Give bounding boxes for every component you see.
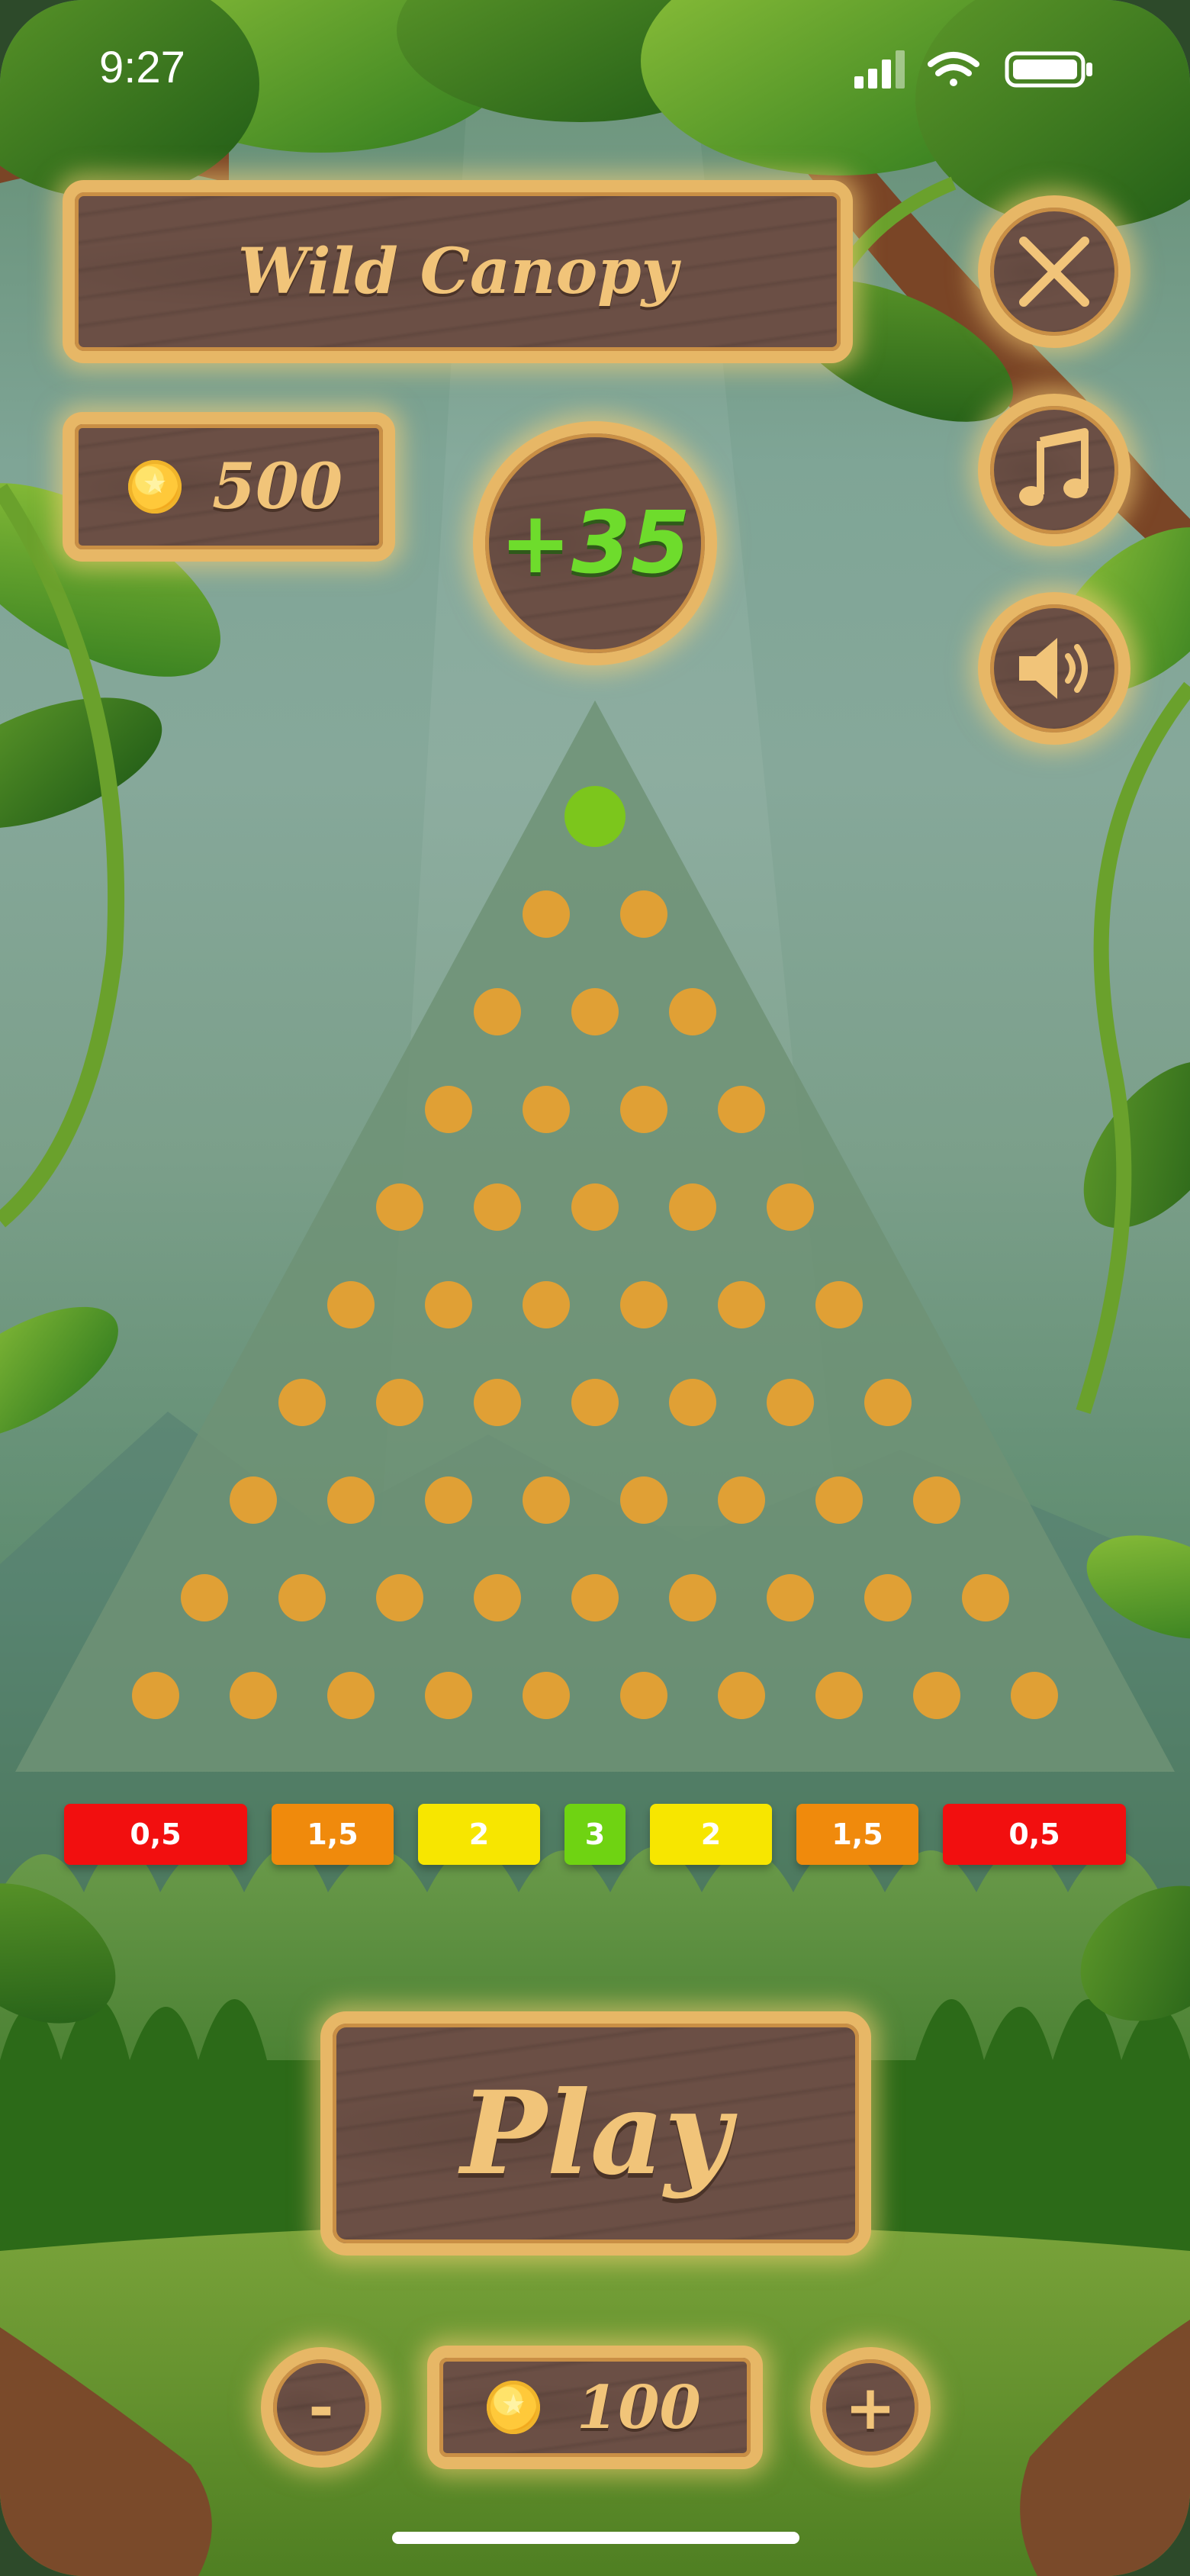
peg (523, 890, 570, 938)
minus-label: - (308, 2372, 334, 2443)
peg (1011, 1672, 1058, 1719)
peg (376, 1183, 423, 1231)
peg (767, 1379, 814, 1426)
plus-label: + (844, 2372, 896, 2443)
peg (376, 1574, 423, 1621)
peg (669, 1379, 716, 1426)
peg (523, 1281, 570, 1328)
active-ball (564, 786, 626, 847)
peg (474, 988, 521, 1035)
peg (620, 1086, 667, 1133)
peg (425, 1281, 472, 1328)
peg (376, 1379, 423, 1426)
peg (523, 1672, 570, 1719)
peg (669, 1574, 716, 1621)
peg (327, 1672, 375, 1719)
bet-panel: 100 (427, 2346, 763, 2469)
multiplier-slot: 0,5 (64, 1804, 247, 1865)
peg (571, 1183, 619, 1231)
home-indicator[interactable] (392, 2532, 799, 2544)
multiplier-slot: 1,5 (272, 1804, 394, 1865)
peg (815, 1672, 863, 1719)
bet-decrease-button[interactable]: - (261, 2347, 381, 2468)
peg (718, 1672, 765, 1719)
peg (962, 1574, 1009, 1621)
peg (132, 1672, 179, 1719)
bet-value: 100 (577, 2372, 701, 2442)
coin-icon (487, 2381, 540, 2434)
peg (523, 1476, 570, 1524)
peg (327, 1476, 375, 1524)
multiplier-slot: 0,5 (943, 1804, 1126, 1865)
peg (278, 1379, 326, 1426)
peg (425, 1086, 472, 1133)
peg (669, 988, 716, 1035)
peg (864, 1574, 912, 1621)
peg (864, 1379, 912, 1426)
peg (913, 1672, 960, 1719)
peg (718, 1476, 765, 1524)
bet-increase-button[interactable]: + (810, 2347, 931, 2468)
peg (474, 1379, 521, 1426)
multiplier-slot: 1,5 (796, 1804, 918, 1865)
peg (815, 1476, 863, 1524)
peg (620, 1281, 667, 1328)
peg (571, 988, 619, 1035)
peg (425, 1672, 472, 1719)
peg (718, 1086, 765, 1133)
peg (474, 1574, 521, 1621)
peg (913, 1476, 960, 1524)
peg (767, 1183, 814, 1231)
peg (278, 1574, 326, 1621)
peg (327, 1281, 375, 1328)
peg (767, 1574, 814, 1621)
multiplier-slot: 2 (418, 1804, 540, 1865)
peg (718, 1281, 765, 1328)
peg (571, 1574, 619, 1621)
peg (474, 1183, 521, 1231)
play-button[interactable]: Play (320, 2011, 871, 2256)
play-label: Play (460, 2066, 732, 2201)
multiplier-slot: 2 (650, 1804, 772, 1865)
peg (620, 1672, 667, 1719)
peg (425, 1476, 472, 1524)
peg (230, 1476, 277, 1524)
peg (523, 1086, 570, 1133)
peg (230, 1672, 277, 1719)
multiplier-slot: 3 (564, 1804, 626, 1865)
game-screen: 9:27 Wild Canopy 500 +35 (0, 0, 1190, 2576)
peg (815, 1281, 863, 1328)
peg (669, 1183, 716, 1231)
peg (620, 1476, 667, 1524)
peg (571, 1379, 619, 1426)
peg (620, 890, 667, 938)
peg (181, 1574, 228, 1621)
